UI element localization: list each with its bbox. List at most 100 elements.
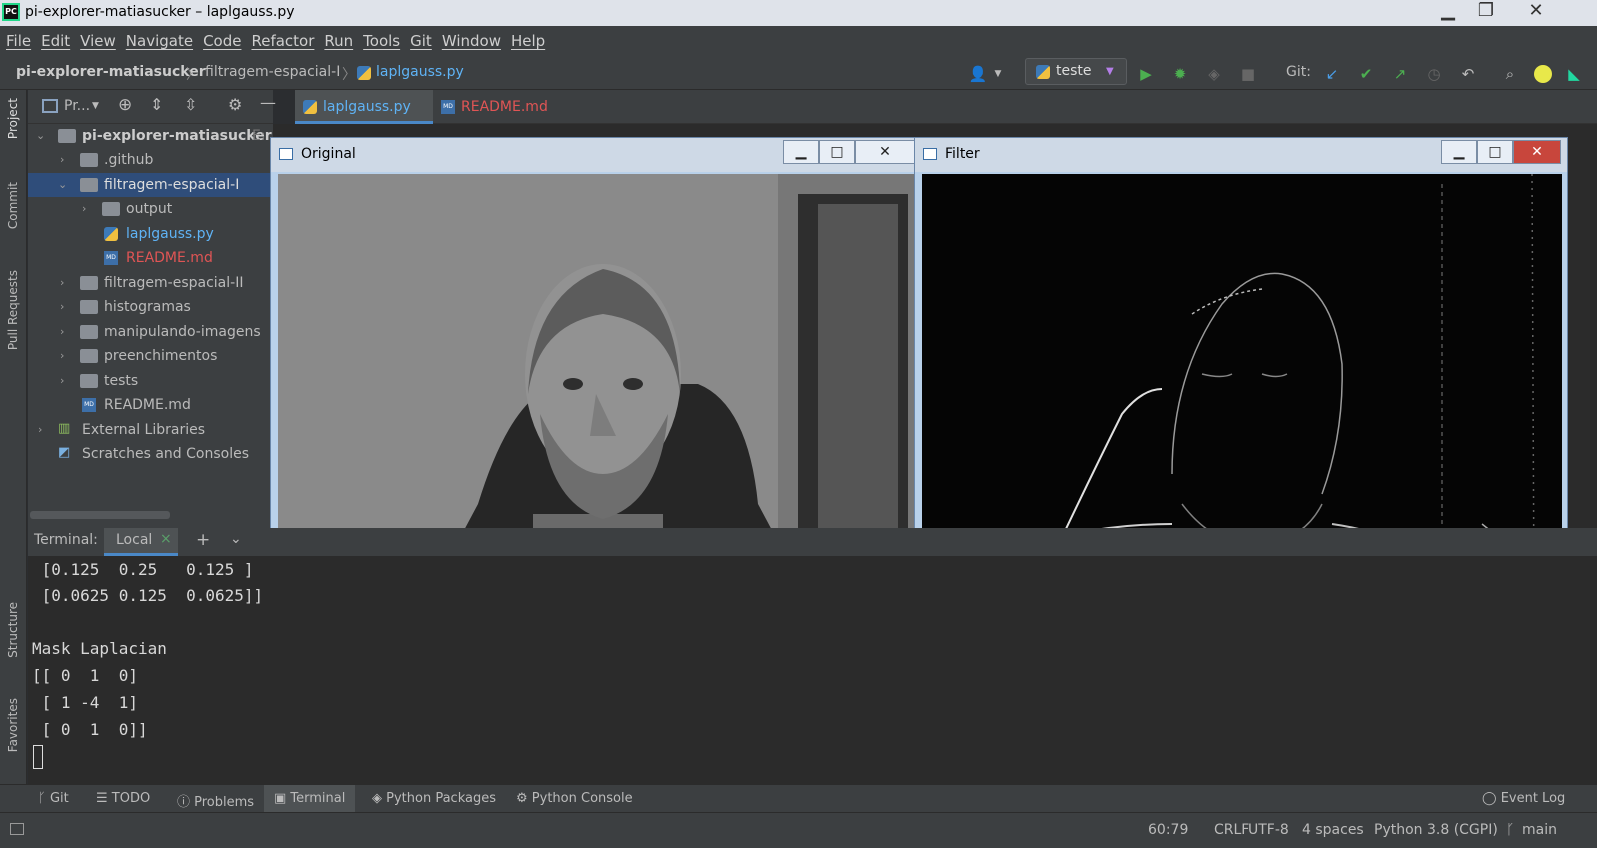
gear-icon[interactable]: ⚙ bbox=[228, 95, 242, 114]
minimize-button[interactable]: ▁ bbox=[783, 140, 819, 164]
menu-refactor[interactable]: Refactor bbox=[251, 32, 314, 50]
tab-git[interactable]: ᚴ Git bbox=[38, 791, 69, 806]
menu-edit[interactable]: Edit bbox=[41, 32, 70, 50]
menu-run[interactable]: Run bbox=[324, 32, 353, 50]
menu-view[interactable]: View bbox=[80, 32, 116, 50]
ide-logo-icon[interactable]: ◣ bbox=[1564, 64, 1584, 84]
tree-item-filtragem-espacial-ii[interactable]: › filtragem-espacial-II bbox=[28, 271, 273, 295]
tab-laplgauss-py[interactable]: laplgauss.py × bbox=[295, 90, 433, 149]
chevron-down-icon[interactable]: ⌄ bbox=[36, 124, 45, 148]
menu-tools[interactable]: Tools bbox=[363, 32, 400, 50]
commit-tool-tab[interactable]: Commit bbox=[6, 182, 20, 229]
terminal-line: [ 0 1 0]] bbox=[32, 720, 148, 739]
git-branch[interactable]: main bbox=[1522, 822, 1557, 838]
horizontal-scrollbar[interactable] bbox=[30, 511, 170, 519]
menu-window[interactable]: Window bbox=[442, 32, 501, 50]
search-icon[interactable]: ⌕ bbox=[1500, 64, 1520, 84]
tree-item-root[interactable]: ⌄ pi-explorer-matiasucker E: bbox=[28, 124, 273, 148]
tree-item-scratches[interactable]: ◩ Scratches and Consoles bbox=[28, 442, 273, 466]
chevron-right-icon[interactable]: › bbox=[82, 197, 86, 221]
tab-readme-md[interactable]: MD README.md × bbox=[433, 90, 569, 149]
tab-todo[interactable]: ☰ TODO bbox=[96, 791, 150, 806]
maximize-button[interactable]: □ bbox=[819, 140, 855, 164]
cursor-position[interactable]: 60:79 bbox=[1148, 822, 1188, 838]
plugin-icon[interactable] bbox=[1534, 65, 1552, 83]
terminal-tab-local[interactable]: Local × bbox=[104, 528, 178, 556]
git-update-icon[interactable]: ↙ bbox=[1322, 64, 1342, 84]
terminal-output[interactable]: [0.125 0.25 0.125 ] [0.0625 0.125 0.0625… bbox=[28, 556, 1597, 784]
close-button[interactable]: ✕ bbox=[855, 140, 915, 164]
breadcrumb-folder[interactable]: filtragem-espacial-I bbox=[205, 64, 340, 80]
tree-item-preenchimentos[interactable]: › preenchimentos bbox=[28, 344, 273, 368]
debug-icon[interactable]: ✹ bbox=[1170, 64, 1190, 84]
pull-requests-tool-tab[interactable]: Pull Requests bbox=[6, 270, 20, 350]
locate-file-icon[interactable]: ⊕ bbox=[118, 95, 132, 115]
tab-problems[interactable]: ⓘ Problems bbox=[177, 791, 254, 810]
menu-git[interactable]: Git bbox=[410, 32, 432, 50]
menu-navigate[interactable]: Navigate bbox=[126, 32, 193, 50]
chevron-down-icon[interactable]: ▼ bbox=[92, 101, 99, 111]
indent-setting[interactable]: 4 spaces bbox=[1302, 822, 1364, 838]
rollback-icon[interactable]: ↶ bbox=[1458, 64, 1478, 84]
chevron-right-icon[interactable]: › bbox=[60, 271, 64, 295]
close-tab-icon[interactable]: × bbox=[160, 531, 172, 547]
tab-python-console[interactable]: ⚙ Python Console bbox=[516, 791, 633, 806]
tree-item-root-readme[interactable]: MD README.md bbox=[28, 393, 273, 417]
structure-tool-tab[interactable]: Structure bbox=[6, 602, 20, 658]
menu-code[interactable]: Code bbox=[203, 32, 241, 50]
breadcrumb-project[interactable]: pi-explorer-matiasucker bbox=[16, 64, 206, 80]
run-configuration-select[interactable]: teste ▼ bbox=[1025, 58, 1127, 85]
run-icon[interactable]: ▶ bbox=[1136, 64, 1156, 84]
toggle-tool-windows-icon[interactable] bbox=[10, 823, 24, 835]
tree-item-tests[interactable]: › tests bbox=[28, 369, 273, 393]
history-icon[interactable]: ◷ bbox=[1424, 64, 1444, 84]
add-terminal-icon[interactable]: + bbox=[196, 530, 210, 550]
menu-file[interactable]: File bbox=[6, 32, 31, 50]
chevron-down-icon[interactable]: ⌄ bbox=[58, 173, 67, 197]
tree-item-readme[interactable]: MD README.md bbox=[28, 246, 273, 270]
user-icon[interactable]: 👤 bbox=[968, 64, 988, 84]
python-interpreter[interactable]: Python 3.8 (CGPI) bbox=[1374, 822, 1498, 838]
chevron-right-icon[interactable]: › bbox=[60, 295, 64, 319]
coverage-icon[interactable]: ◈ bbox=[1204, 64, 1224, 84]
favorites-tool-tab[interactable]: Favorites bbox=[6, 698, 20, 752]
cv-window-title-bar[interactable]: Original ▁ □ ✕ bbox=[271, 138, 924, 172]
file-encoding[interactable]: UTF-8 bbox=[1248, 822, 1289, 838]
tree-item-filtragem-espacial-i[interactable]: ⌄ filtragem-espacial-I bbox=[28, 173, 273, 197]
chevron-right-icon[interactable]: › bbox=[60, 369, 64, 393]
tree-item-laplgauss-py[interactable]: laplgauss.py bbox=[28, 222, 273, 246]
maximize-window-button[interactable]: ❐ bbox=[1468, 0, 1504, 24]
chevron-right-icon[interactable]: › bbox=[60, 148, 64, 172]
chevron-right-icon[interactable]: › bbox=[60, 344, 64, 368]
collapse-all-icon[interactable]: ⇳ bbox=[184, 95, 197, 114]
hide-panel-icon[interactable]: — bbox=[260, 93, 276, 112]
tree-item-manipulando-imagens[interactable]: › manipulando-imagens bbox=[28, 320, 273, 344]
maximize-button[interactable]: □ bbox=[1477, 140, 1513, 164]
line-separator[interactable]: CRLF bbox=[1214, 822, 1249, 838]
git-commit-icon[interactable]: ✔ bbox=[1356, 64, 1376, 84]
tree-item-output[interactable]: › output bbox=[28, 197, 273, 221]
project-tool-tab[interactable]: Project bbox=[6, 98, 20, 139]
stop-icon[interactable]: ■ bbox=[1238, 64, 1258, 84]
minimize-window-button[interactable]: ▁ bbox=[1430, 0, 1466, 24]
event-log-button[interactable]: ◯ Event Log bbox=[1482, 791, 1565, 806]
menu-help[interactable]: Help bbox=[511, 32, 545, 50]
minimize-button[interactable]: ▁ bbox=[1441, 140, 1477, 164]
tree-item-github[interactable]: › .github bbox=[28, 148, 273, 172]
chevron-right-icon[interactable]: › bbox=[60, 320, 64, 344]
tree-item-external-libraries[interactable]: › ▥ External Libraries bbox=[28, 418, 273, 442]
tab-terminal[interactable]: ▣ Terminal bbox=[264, 785, 356, 812]
chevron-right-icon[interactable]: › bbox=[38, 418, 42, 442]
chevron-down-icon[interactable]: ⌄ bbox=[230, 531, 242, 547]
chevron-down-icon[interactable]: ▼ bbox=[988, 64, 1008, 84]
expand-all-icon[interactable]: ⇕ bbox=[150, 95, 163, 114]
cv-window-title-bar[interactable]: Filter ▁ □ ✕ bbox=[915, 138, 1567, 172]
close-window-button[interactable]: ✕ bbox=[1518, 0, 1554, 24]
tree-item-histogramas[interactable]: › histogramas bbox=[28, 295, 273, 319]
close-button[interactable]: ✕ bbox=[1513, 140, 1561, 164]
git-push-icon[interactable]: ↗ bbox=[1390, 64, 1410, 84]
project-view-selector[interactable]: Pr... bbox=[64, 98, 90, 114]
tree-item-label: laplgauss.py bbox=[126, 226, 214, 242]
breadcrumb-file[interactable]: laplgauss.py bbox=[376, 64, 464, 80]
tab-python-packages[interactable]: ◈ Python Packages bbox=[372, 791, 496, 806]
